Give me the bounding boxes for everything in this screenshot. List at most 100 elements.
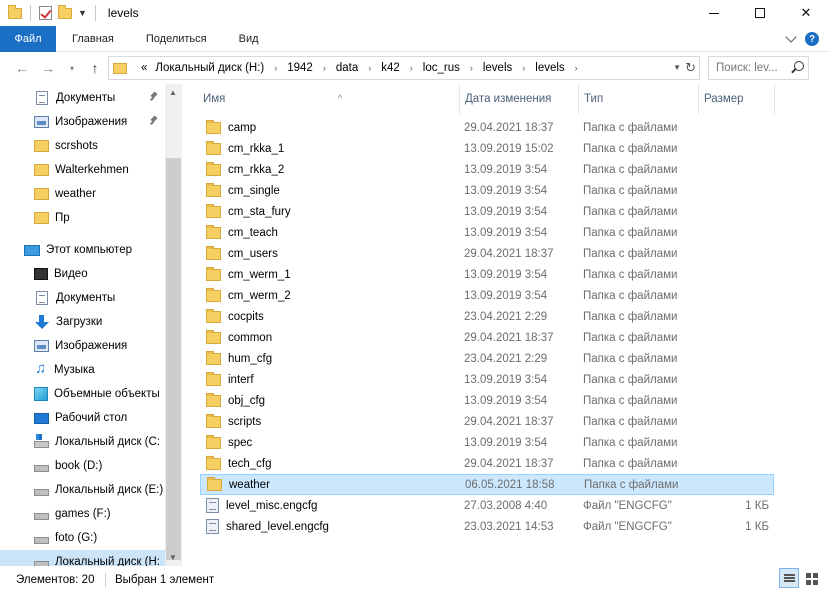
- sidebar-item-drive-f[interactable]: games (F:): [0, 502, 165, 526]
- breadcrumb-item[interactable]: levels: [479, 62, 516, 74]
- details-view-icon[interactable]: [779, 568, 799, 588]
- scroll-up-icon[interactable]: ▲: [169, 88, 177, 97]
- sidebar-item-drive-g[interactable]: foto (G:): [0, 526, 165, 550]
- sidebar-item-music[interactable]: Музыка: [0, 358, 165, 382]
- file-date: 13.09.2019 3:54: [464, 205, 548, 218]
- folder-row[interactable]: spec 13.09.2019 3:54 Папка с файлами: [200, 432, 774, 453]
- folder-icon[interactable]: [8, 4, 22, 19]
- breadcrumb-item[interactable]: levels: [531, 62, 568, 74]
- chevron-right-icon[interactable]: ›: [317, 63, 332, 73]
- column-header-date[interactable]: Дата изменения: [460, 84, 579, 114]
- sidebar-item-label: Видео: [54, 268, 88, 280]
- folder-row[interactable]: cm_teach 13.09.2019 3:54 Папка с файлами: [200, 222, 774, 243]
- chevron-right-icon[interactable]: ›: [569, 63, 584, 73]
- column-header-type[interactable]: Тип: [579, 84, 699, 114]
- scrollbar-thumb[interactable]: [166, 158, 181, 560]
- file-type: Папка с файлами: [583, 415, 678, 428]
- sidebar-item-scrshots[interactable]: scrshots: [0, 134, 165, 158]
- breadcrumb-overflow[interactable]: «: [137, 62, 151, 74]
- sidebar-item-desktop[interactable]: Рабочий стол: [0, 406, 165, 430]
- sidebar-item-walterkehmen[interactable]: Walterkehmen: [0, 158, 165, 182]
- folder-row[interactable]: cm_single 13.09.2019 3:54 Папка с файлами: [200, 180, 774, 201]
- folder-row[interactable]: scripts 29.04.2021 18:37 Папка с файлами: [200, 411, 774, 432]
- sidebar-item-documents[interactable]: Документы: [0, 286, 165, 310]
- folder-row[interactable]: interf 13.09.2019 3:54 Папка с файлами: [200, 369, 774, 390]
- chevron-right-icon[interactable]: ›: [464, 63, 479, 73]
- folder-row[interactable]: tech_cfg 29.04.2021 18:37 Папка с файлами: [200, 453, 774, 474]
- selection-count: Выбран 1 элемент: [115, 573, 215, 586]
- maximize-button[interactable]: [737, 0, 783, 26]
- expand-ribbon-icon[interactable]: [785, 31, 797, 43]
- refresh-icon[interactable]: ↻: [685, 60, 696, 76]
- sidebar-item-drive-h[interactable]: Локальный диск (H:: [0, 550, 165, 566]
- file-name-label: cm_werm_1: [228, 268, 291, 281]
- chevron-right-icon[interactable]: ›: [268, 63, 283, 73]
- sidebar-item-drive-e[interactable]: Локальный диск (E:): [0, 478, 165, 502]
- minimize-button[interactable]: [691, 0, 737, 26]
- help-icon[interactable]: ?: [805, 32, 819, 46]
- sidebar-item-weather[interactable]: weather: [0, 182, 165, 206]
- sidebar-item-label: book (D:): [55, 460, 103, 472]
- folder-row[interactable]: hum_cfg 23.04.2021 2:29 Папка с файлами: [200, 348, 774, 369]
- sidebar-item-pr[interactable]: Пр: [0, 206, 165, 230]
- new-folder-icon[interactable]: [58, 4, 72, 19]
- folder-row[interactable]: cm_rkka_2 13.09.2019 3:54 Папка с файлами: [200, 159, 774, 180]
- sidebar-item-label: foto (G:): [55, 532, 98, 544]
- folder-row[interactable]: cm_werm_1 13.09.2019 3:54 Папка с файлами: [200, 264, 774, 285]
- nav-scrollbar[interactable]: ▲ ▼: [165, 84, 182, 566]
- address-bar[interactable]: « Локальный диск (H:) › 1942 › data › k4…: [108, 56, 700, 80]
- sidebar-item-drive-d[interactable]: book (D:): [0, 454, 165, 478]
- recent-locations-button[interactable]: ▾: [60, 56, 84, 80]
- column-header-size[interactable]: Размер: [699, 84, 775, 114]
- file-name-label: tech_cfg: [228, 457, 272, 470]
- tab-share[interactable]: Поделиться: [130, 26, 223, 52]
- breadcrumb-item[interactable]: Локальный диск (H:): [151, 62, 268, 74]
- sidebar-item-pictures[interactable]: Изображения: [0, 334, 165, 358]
- folder-row[interactable]: common 29.04.2021 18:37 Папка с файлами: [200, 327, 774, 348]
- file-row[interactable]: level_misc.engcfg 27.03.2008 4:40 Файл "EN…: [200, 495, 774, 516]
- breadcrumb-item[interactable]: loc_rus: [419, 62, 464, 74]
- breadcrumb-item[interactable]: data: [332, 62, 362, 74]
- breadcrumb-item[interactable]: 1942: [283, 62, 317, 74]
- folder-icon: [113, 62, 127, 74]
- up-button[interactable]: ↑: [83, 56, 107, 80]
- customize-toolbar-dropdown[interactable]: ▼: [78, 8, 87, 18]
- folder-row[interactable]: cm_sta_fury 13.09.2019 3:54 Папка с файлам…: [200, 201, 774, 222]
- tab-home[interactable]: Главная: [56, 26, 130, 52]
- column-header-name[interactable]: Имя ^: [198, 84, 460, 114]
- file-type: Папка с файлами: [583, 163, 678, 176]
- forward-button[interactable]: →: [36, 56, 60, 80]
- file-row[interactable]: shared_level.engcfg 23.03.2021 14:53 Файл …: [200, 516, 774, 537]
- file-name-label: cocpits: [228, 310, 264, 323]
- chevron-right-icon[interactable]: ›: [362, 63, 377, 73]
- properties-icon[interactable]: [39, 6, 52, 20]
- back-button[interactable]: ←: [10, 56, 34, 80]
- tab-file[interactable]: Файл: [0, 25, 56, 52]
- folder-icon: [206, 308, 221, 323]
- large-icons-view-icon[interactable]: [801, 568, 821, 588]
- sidebar-item-videos[interactable]: Видео: [0, 262, 165, 286]
- breadcrumb-item[interactable]: k42: [377, 62, 404, 74]
- close-button[interactable]: ✕: [783, 0, 829, 26]
- sidebar-item-downloads[interactable]: Загрузки: [0, 310, 165, 334]
- sidebar-item-3d-objects[interactable]: Объемные объекты: [0, 382, 165, 406]
- sidebar-item-documents-quick[interactable]: Документы: [0, 86, 165, 110]
- search-input[interactable]: Поиск: lev...: [708, 56, 809, 80]
- folder-row[interactable]: weather 06.05.2021 18:58 Папка с файлами: [200, 474, 774, 495]
- sidebar-item-this-pc[interactable]: Этот компьютер: [0, 238, 165, 262]
- sidebar-item-pictures-quick[interactable]: Изображения: [0, 110, 165, 134]
- folder-row[interactable]: cm_rkka_1 13.09.2019 15:02 Папка с файлами: [200, 138, 774, 159]
- chevron-right-icon[interactable]: ›: [404, 63, 419, 73]
- scroll-down-icon[interactable]: ▼: [169, 553, 177, 562]
- sidebar-item-drive-c[interactable]: Локальный диск (C:: [0, 430, 165, 454]
- sidebar-item-label: Изображения: [55, 340, 128, 352]
- folder-row[interactable]: cocpits 23.04.2021 2:29 Папка с файлами: [200, 306, 774, 327]
- folder-row[interactable]: camp 29.04.2021 18:37 Папка с файлами: [200, 117, 774, 138]
- folder-row[interactable]: cm_werm_2 13.09.2019 3:54 Папка с файлами: [200, 285, 774, 306]
- chevron-right-icon[interactable]: ›: [516, 63, 531, 73]
- folder-row[interactable]: cm_users 29.04.2021 18:37 Папка с файлами: [200, 243, 774, 264]
- folder-row[interactable]: obj_cfg 13.09.2019 3:54 Папка с файлами: [200, 390, 774, 411]
- address-dropdown-icon[interactable]: ▼: [673, 63, 681, 72]
- file-name-label: camp: [228, 121, 257, 134]
- tab-view[interactable]: Вид: [223, 26, 275, 52]
